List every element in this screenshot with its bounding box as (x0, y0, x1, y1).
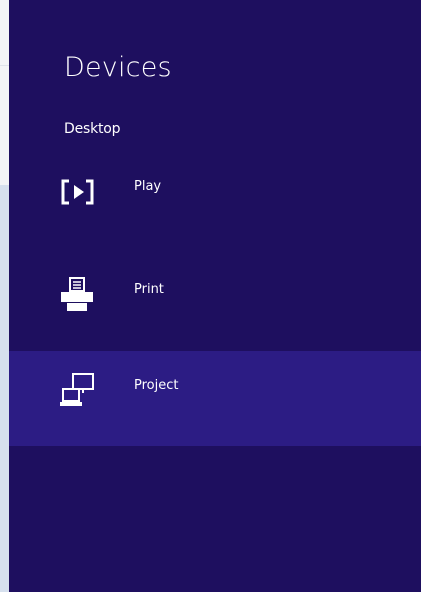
background-scroll-area (0, 185, 9, 592)
device-item-label: Play (134, 179, 162, 194)
device-item-label: Project (134, 378, 179, 393)
device-item-project[interactable]: Project (9, 351, 421, 446)
play-icon (53, 168, 101, 216)
device-item-print[interactable]: Print (9, 255, 421, 350)
background-app-strip (0, 0, 9, 592)
device-item-label: Print (134, 282, 164, 297)
project-icon (53, 367, 101, 415)
printer-icon (53, 271, 101, 319)
device-item-play[interactable]: Play (9, 160, 421, 255)
devices-charm-panel: Devices Desktop Play Print Project (9, 0, 421, 592)
charm-subtitle: Desktop (64, 121, 121, 137)
background-divider (0, 65, 9, 66)
charm-title: Devices (64, 52, 172, 83)
